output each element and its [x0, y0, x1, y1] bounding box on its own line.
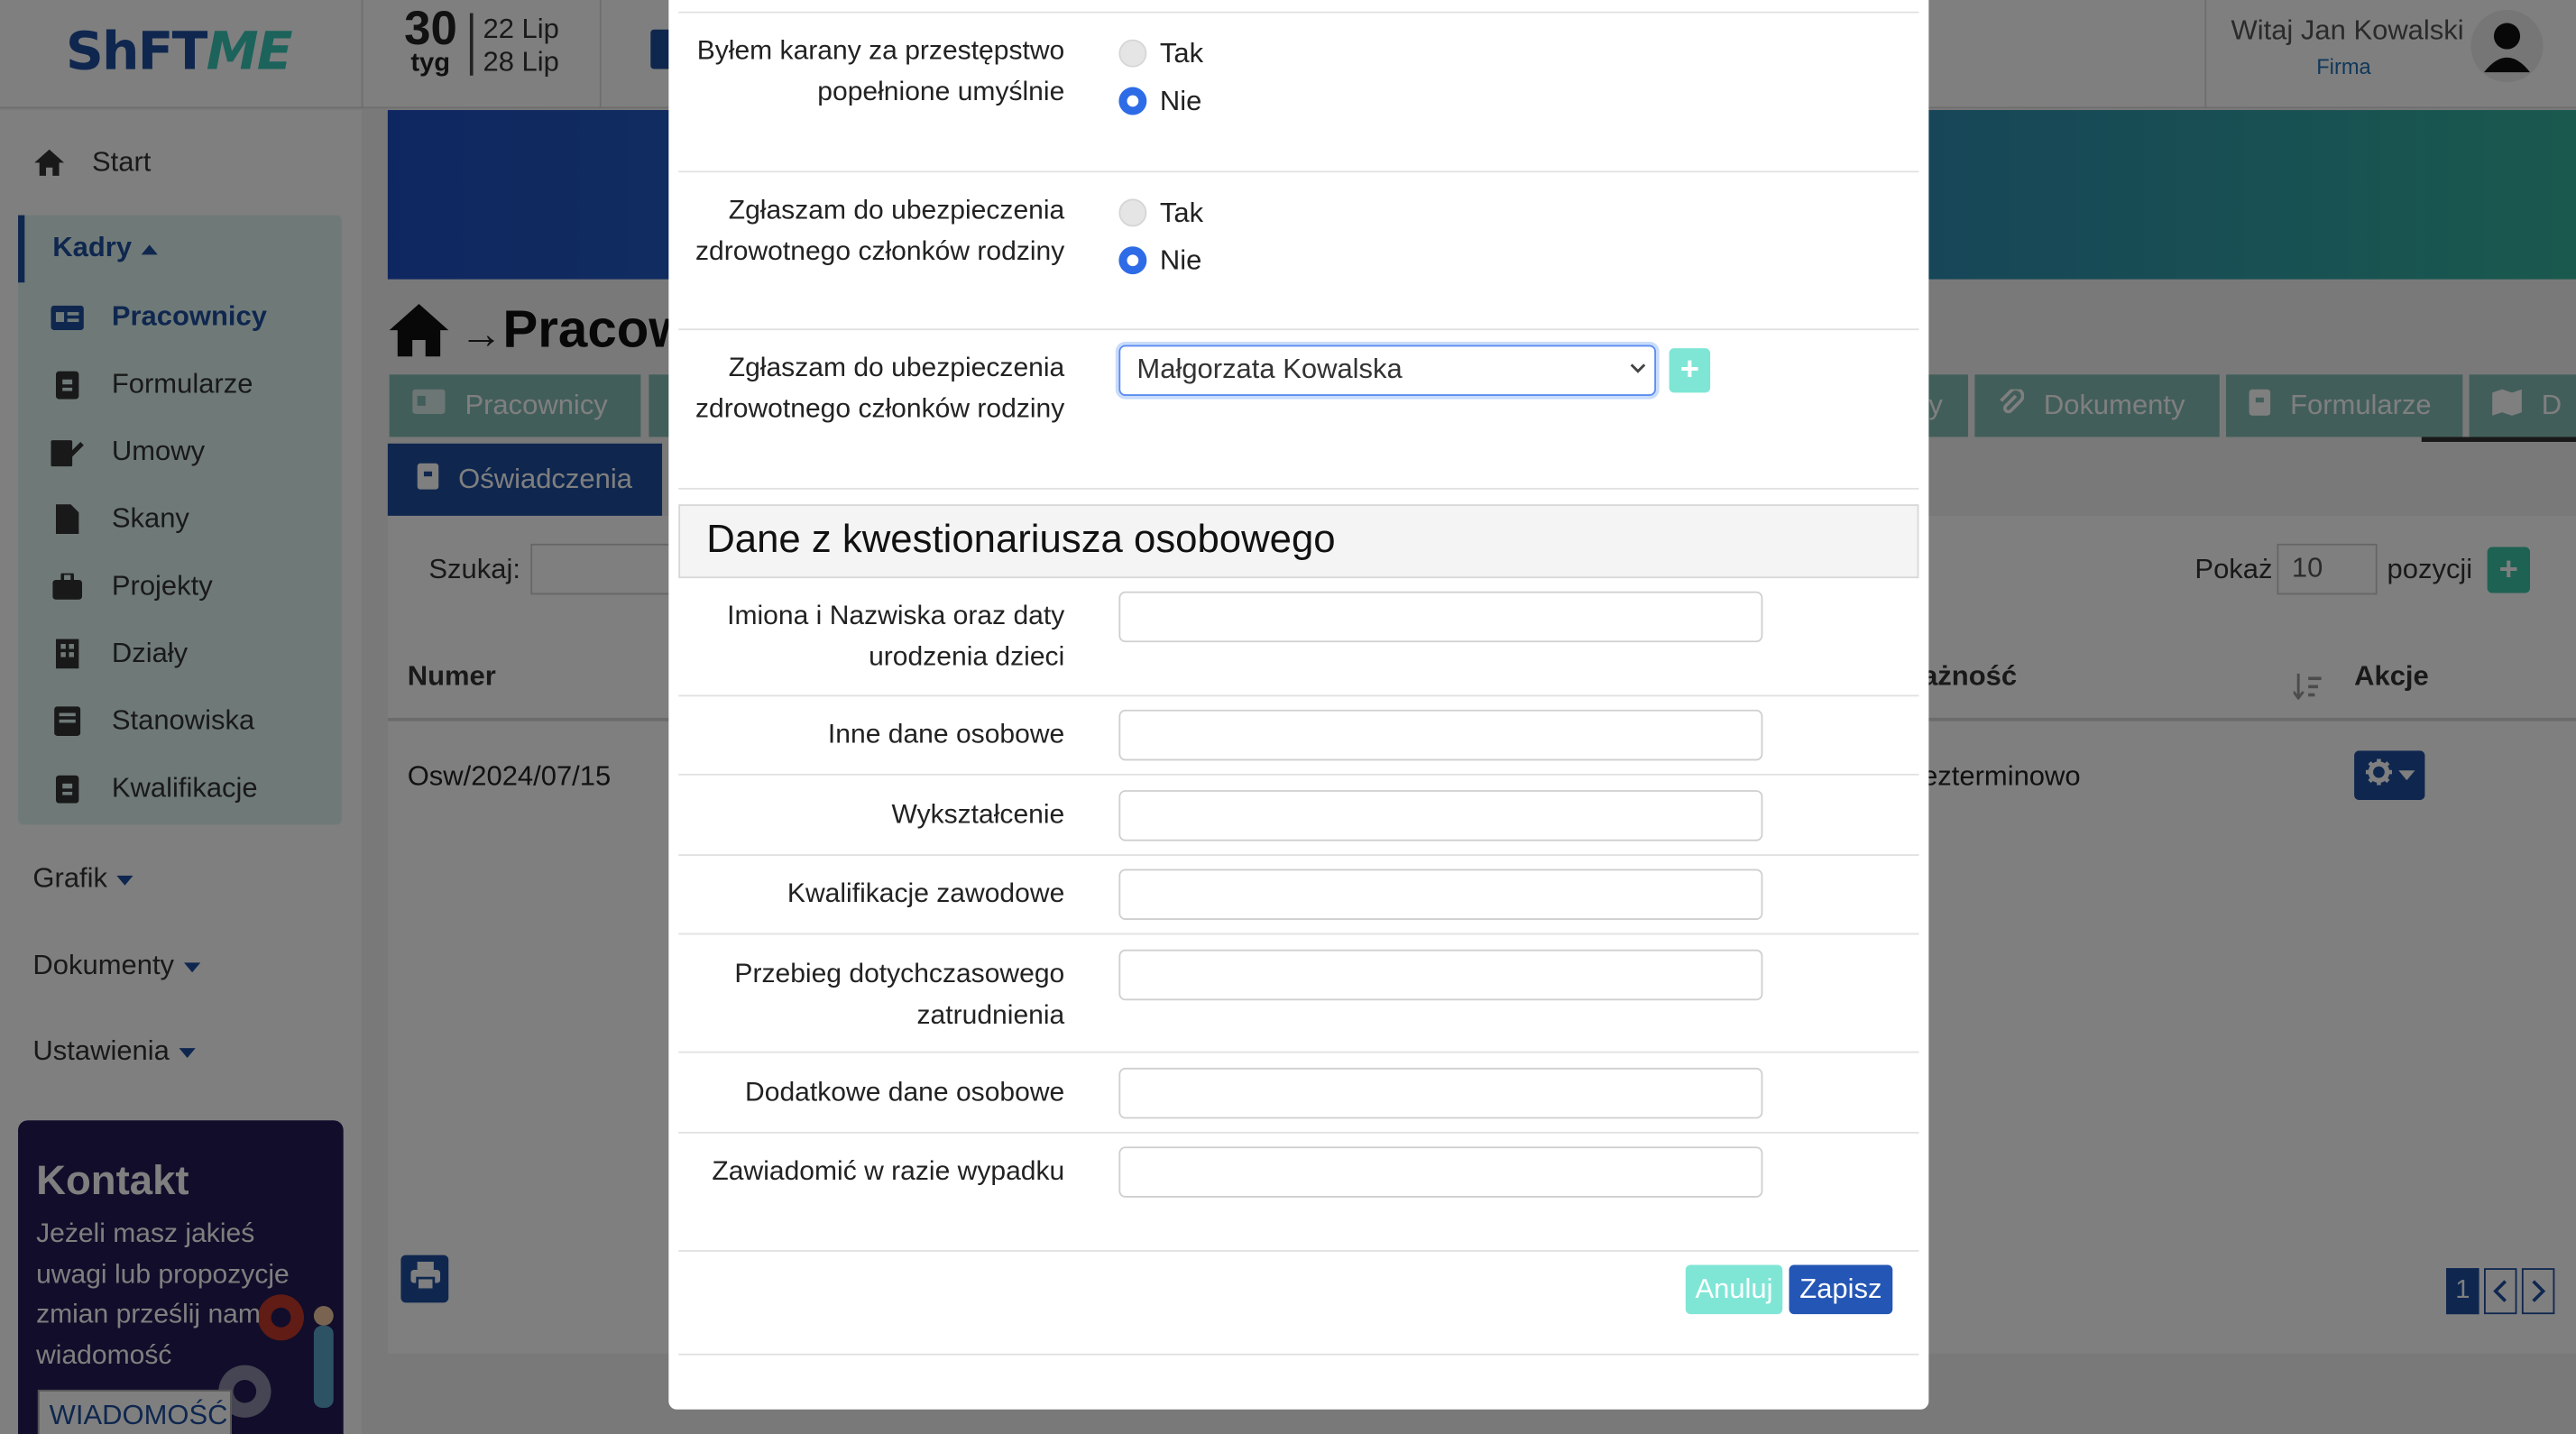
employment-history-input[interactable]	[1118, 949, 1763, 1001]
divider	[678, 773, 1919, 776]
question-label-family-insurance: Zgłaszam do ubezpieczenia zdrowotnego cz…	[695, 195, 1065, 266]
divider	[678, 1250, 1919, 1252]
radio-label: Tak	[1159, 37, 1204, 69]
divider	[678, 328, 1919, 331]
additional-data-input[interactable]	[1118, 1067, 1763, 1119]
field-label-employment-history: Przebieg dotychczasowego zatrudnienia	[734, 959, 1065, 1030]
field-label-children: Imiona i Nazwiska oraz daty urodzenia dz…	[727, 601, 1065, 672]
field-label-emergency-contact: Zawiadomić w razie wypadku	[712, 1156, 1065, 1187]
qualifications-input[interactable]	[1118, 869, 1763, 921]
emergency-contact-input[interactable]	[1118, 1146, 1763, 1198]
field-label-additional-data: Dodatkowe dane osobowe	[745, 1077, 1065, 1108]
family-member-select[interactable]: Małgorzata Kowalska	[1118, 345, 1657, 396]
divider	[678, 854, 1919, 856]
radio-label: Nie	[1159, 244, 1202, 277]
radio-family-no[interactable]	[1118, 246, 1147, 275]
divider	[678, 933, 1919, 935]
radio-convicted-yes[interactable]	[1118, 39, 1147, 68]
app-root: ShFTME 30 tyg 22 Lip 28 Lip Witaj Jan Ko…	[0, 0, 2576, 1434]
radio-convicted-no[interactable]	[1118, 87, 1147, 115]
question-label-family-member: Zgłaszam do ubezpieczenia zdrowotnego cz…	[695, 353, 1065, 424]
divider	[678, 11, 1919, 14]
divider	[678, 170, 1919, 173]
add-family-member-button[interactable]: +	[1669, 348, 1711, 393]
radio-family-yes[interactable]	[1118, 198, 1147, 227]
cancel-button[interactable]: Anuluj	[1685, 1264, 1783, 1315]
radio-label: Nie	[1159, 85, 1202, 117]
field-label-qualifications: Kwalifikacje zawodowe	[787, 878, 1065, 909]
other-data-input[interactable]	[1118, 709, 1763, 761]
divider	[678, 487, 1919, 490]
divider	[678, 1353, 1919, 1356]
field-label-other-data: Inne dane osobowe	[827, 719, 1065, 749]
question-label-convicted: Byłem karany za przestępstwo popełnione …	[696, 36, 1065, 106]
divider	[678, 1051, 1919, 1053]
radio-label: Tak	[1159, 197, 1204, 229]
save-button[interactable]: Zapisz	[1789, 1264, 1893, 1315]
field-label-education: Wykształcenie	[891, 800, 1065, 830]
divider	[678, 1131, 1919, 1134]
divider	[678, 694, 1919, 697]
children-input[interactable]	[1118, 591, 1763, 643]
section-title: Dane z kwestionariusza osobowego	[706, 517, 1336, 562]
chevron-down-icon	[1626, 356, 1650, 380]
education-input[interactable]	[1118, 790, 1763, 841]
